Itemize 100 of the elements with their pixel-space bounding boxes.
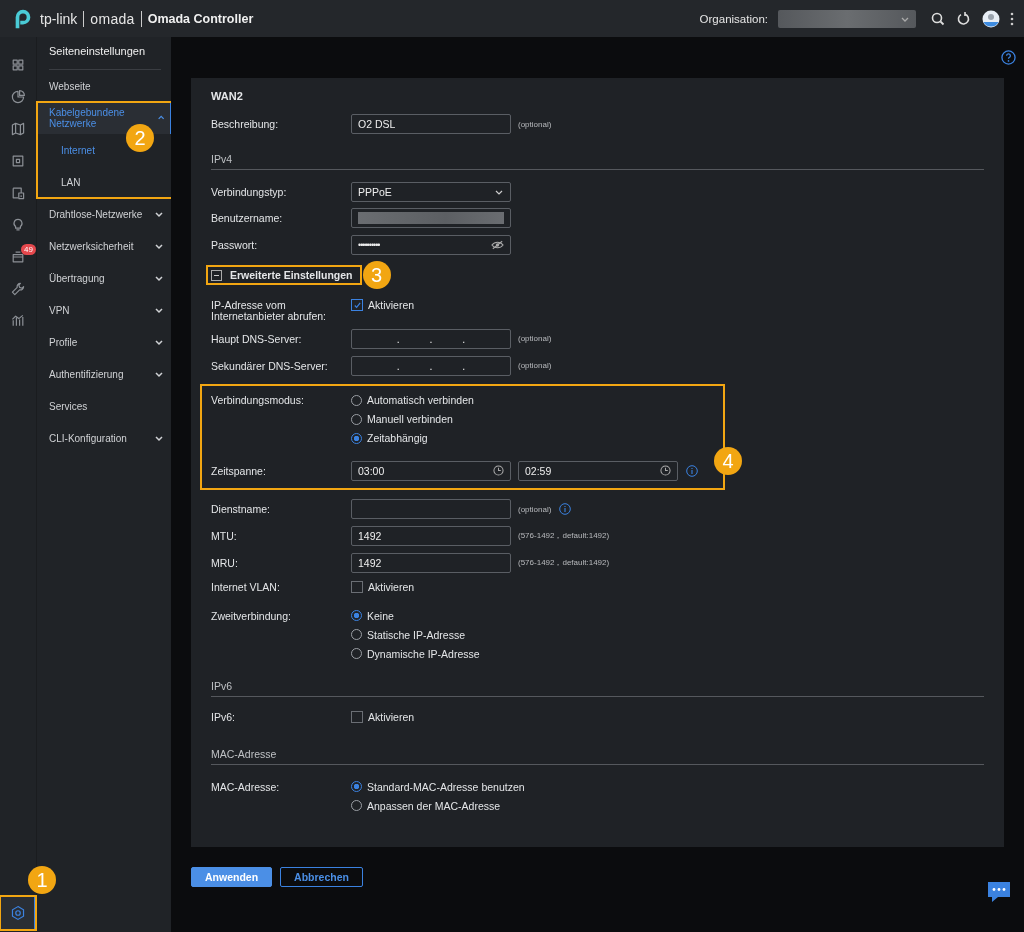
radio-button[interactable] bbox=[351, 432, 362, 444]
section-heading: IPv6 bbox=[211, 676, 984, 698]
field-label: Zweitverbindung: bbox=[211, 608, 292, 624]
sidebar-item[interactable]: Profile bbox=[37, 326, 171, 358]
password-field[interactable]: •••••••••• bbox=[351, 234, 511, 255]
ip-address-field[interactable]: . . . bbox=[351, 355, 511, 376]
search-icon[interactable] bbox=[930, 10, 946, 27]
clients-icon bbox=[10, 185, 26, 201]
radio-option[interactable]: Anpassen der MAC-Adresse bbox=[351, 797, 525, 814]
more-icon[interactable] bbox=[1010, 11, 1014, 26]
chevron-down-icon bbox=[154, 241, 164, 251]
time-field[interactable]: 02:59 bbox=[518, 460, 678, 481]
checkbox-option[interactable]: Aktivieren bbox=[351, 709, 415, 726]
log-icon bbox=[10, 249, 26, 265]
organisation-select[interactable] bbox=[778, 9, 916, 28]
sidebar-subitem[interactable]: Internet bbox=[61, 134, 95, 166]
tools-icon bbox=[10, 281, 26, 297]
chevron-down-icon bbox=[154, 433, 164, 443]
field-label: Haupt DNS-Server: bbox=[211, 331, 303, 347]
callout-number: 4 bbox=[714, 447, 742, 476]
reports-icon bbox=[10, 313, 26, 329]
checkbox-option[interactable]: Aktivieren bbox=[351, 297, 415, 314]
refresh-icon[interactable] bbox=[956, 10, 972, 27]
avatar-icon[interactable] bbox=[982, 9, 1000, 28]
input-field[interactable] bbox=[351, 208, 511, 229]
sidebar-item[interactable]: VPN bbox=[37, 294, 171, 326]
chevron-down-icon bbox=[154, 273, 164, 283]
field-label: Sekundärer DNS-Server: bbox=[211, 358, 329, 374]
chevron-down-icon bbox=[154, 337, 164, 347]
field-label: IPv6: bbox=[211, 710, 236, 724]
eye-slash-icon[interactable] bbox=[491, 239, 504, 250]
radio-option[interactable]: Standard-MAC-Adresse benutzen bbox=[351, 778, 525, 795]
sidebar-item[interactable]: Netzwerksicherheit bbox=[37, 230, 171, 262]
hint-text: (optional) bbox=[518, 119, 552, 129]
hint-text: (576-1492，default:1492) bbox=[518, 530, 610, 542]
checkbox[interactable] bbox=[351, 581, 363, 594]
sidebar-item[interactable]: Übertragung bbox=[37, 262, 171, 294]
radio-option[interactable]: Dynamische IP-Adresse bbox=[351, 645, 480, 662]
input-field[interactable] bbox=[351, 499, 511, 520]
radio-button[interactable] bbox=[351, 781, 362, 793]
collapse-icon bbox=[211, 269, 222, 281]
chevron-down-icon bbox=[154, 305, 164, 315]
connection-type-select[interactable]: PPPoE bbox=[351, 181, 511, 202]
devices-icon bbox=[10, 153, 26, 169]
radio-option[interactable]: Keine bbox=[351, 607, 480, 624]
radio-button[interactable] bbox=[351, 610, 362, 622]
dashboard-icon bbox=[10, 57, 26, 73]
radio-option[interactable]: Zeitabhängig bbox=[351, 430, 474, 447]
field-label: Benutzername: bbox=[211, 211, 284, 227]
product-name: omada bbox=[90, 10, 135, 27]
info-icon[interactable] bbox=[686, 464, 698, 477]
insight-icon bbox=[10, 217, 26, 233]
chevron-down-icon bbox=[154, 369, 164, 379]
checkbox[interactable] bbox=[351, 299, 363, 312]
callout-number: 2 bbox=[126, 124, 154, 152]
checkbox[interactable] bbox=[351, 711, 363, 724]
time-field[interactable]: 03:00 bbox=[351, 460, 511, 481]
ip-address-field[interactable]: . . . bbox=[351, 328, 511, 349]
sidebar-item[interactable]: CLI-Konfiguration bbox=[37, 422, 171, 454]
chat-icon[interactable] bbox=[986, 880, 1012, 904]
statistics-icon bbox=[10, 89, 26, 105]
cancel-button[interactable]: Abbrechen bbox=[280, 866, 363, 887]
map-icon bbox=[10, 121, 26, 137]
settings-icon bbox=[10, 905, 26, 921]
sidebar-item[interactable]: Drahtlose-Netzwerke bbox=[37, 198, 171, 230]
hint-text: (optional) bbox=[518, 361, 552, 371]
field-label: Internet VLAN: bbox=[211, 580, 281, 594]
field-label: MRU: bbox=[211, 555, 239, 571]
sidebar-item[interactable]: Services bbox=[37, 390, 171, 422]
hint-text: (optional) bbox=[518, 334, 552, 344]
hint-text: (576-1492，default:1492) bbox=[518, 557, 610, 569]
radio-option[interactable]: Statische IP-Adresse bbox=[351, 626, 480, 643]
sidebar-item[interactable]: Webseite bbox=[37, 70, 171, 102]
form-title: WAN2 bbox=[211, 90, 244, 104]
sidebar-subitem[interactable]: LAN bbox=[61, 166, 81, 198]
count-badge: 49 bbox=[21, 244, 36, 255]
info-icon[interactable] bbox=[559, 503, 572, 516]
input-field[interactable]: O2 DSL bbox=[351, 114, 511, 134]
rail-item[interactable]: 49 bbox=[0, 241, 36, 273]
help-icon[interactable] bbox=[1001, 50, 1016, 65]
section-heading: MAC-Adresse bbox=[211, 743, 984, 765]
field-label: Zeitspanne: bbox=[211, 463, 267, 479]
advanced-settings-toggle[interactable]: Erweiterte Einstellungen bbox=[207, 266, 361, 285]
brand-name: tp-link bbox=[40, 10, 78, 27]
field-label: Passwort: bbox=[211, 237, 259, 253]
radio-option[interactable]: Automatisch verbinden bbox=[351, 392, 474, 409]
checkbox-option[interactable]: Aktivieren bbox=[351, 579, 415, 596]
organisation-label: Organisation: bbox=[699, 12, 768, 25]
sidebar-item[interactable]: Authentifizierung bbox=[37, 358, 171, 390]
clock-icon bbox=[493, 465, 504, 477]
sidebar-title: Seiteneinstellungen bbox=[48, 45, 147, 59]
field-label: Beschreibung: bbox=[211, 117, 280, 132]
input-field[interactable]: 1492 bbox=[351, 525, 511, 546]
callout-number: 3 bbox=[362, 261, 391, 290]
field-label: Dienstname: bbox=[211, 502, 271, 518]
callout-number: 1 bbox=[28, 866, 56, 894]
field-label: IP-Adresse vom Internetanbieter abrufen: bbox=[211, 298, 327, 323]
input-field[interactable]: 1492 bbox=[351, 552, 511, 573]
app-title: Omada Controller bbox=[147, 11, 254, 26]
radio-option[interactable]: Manuell verbinden bbox=[351, 411, 474, 428]
